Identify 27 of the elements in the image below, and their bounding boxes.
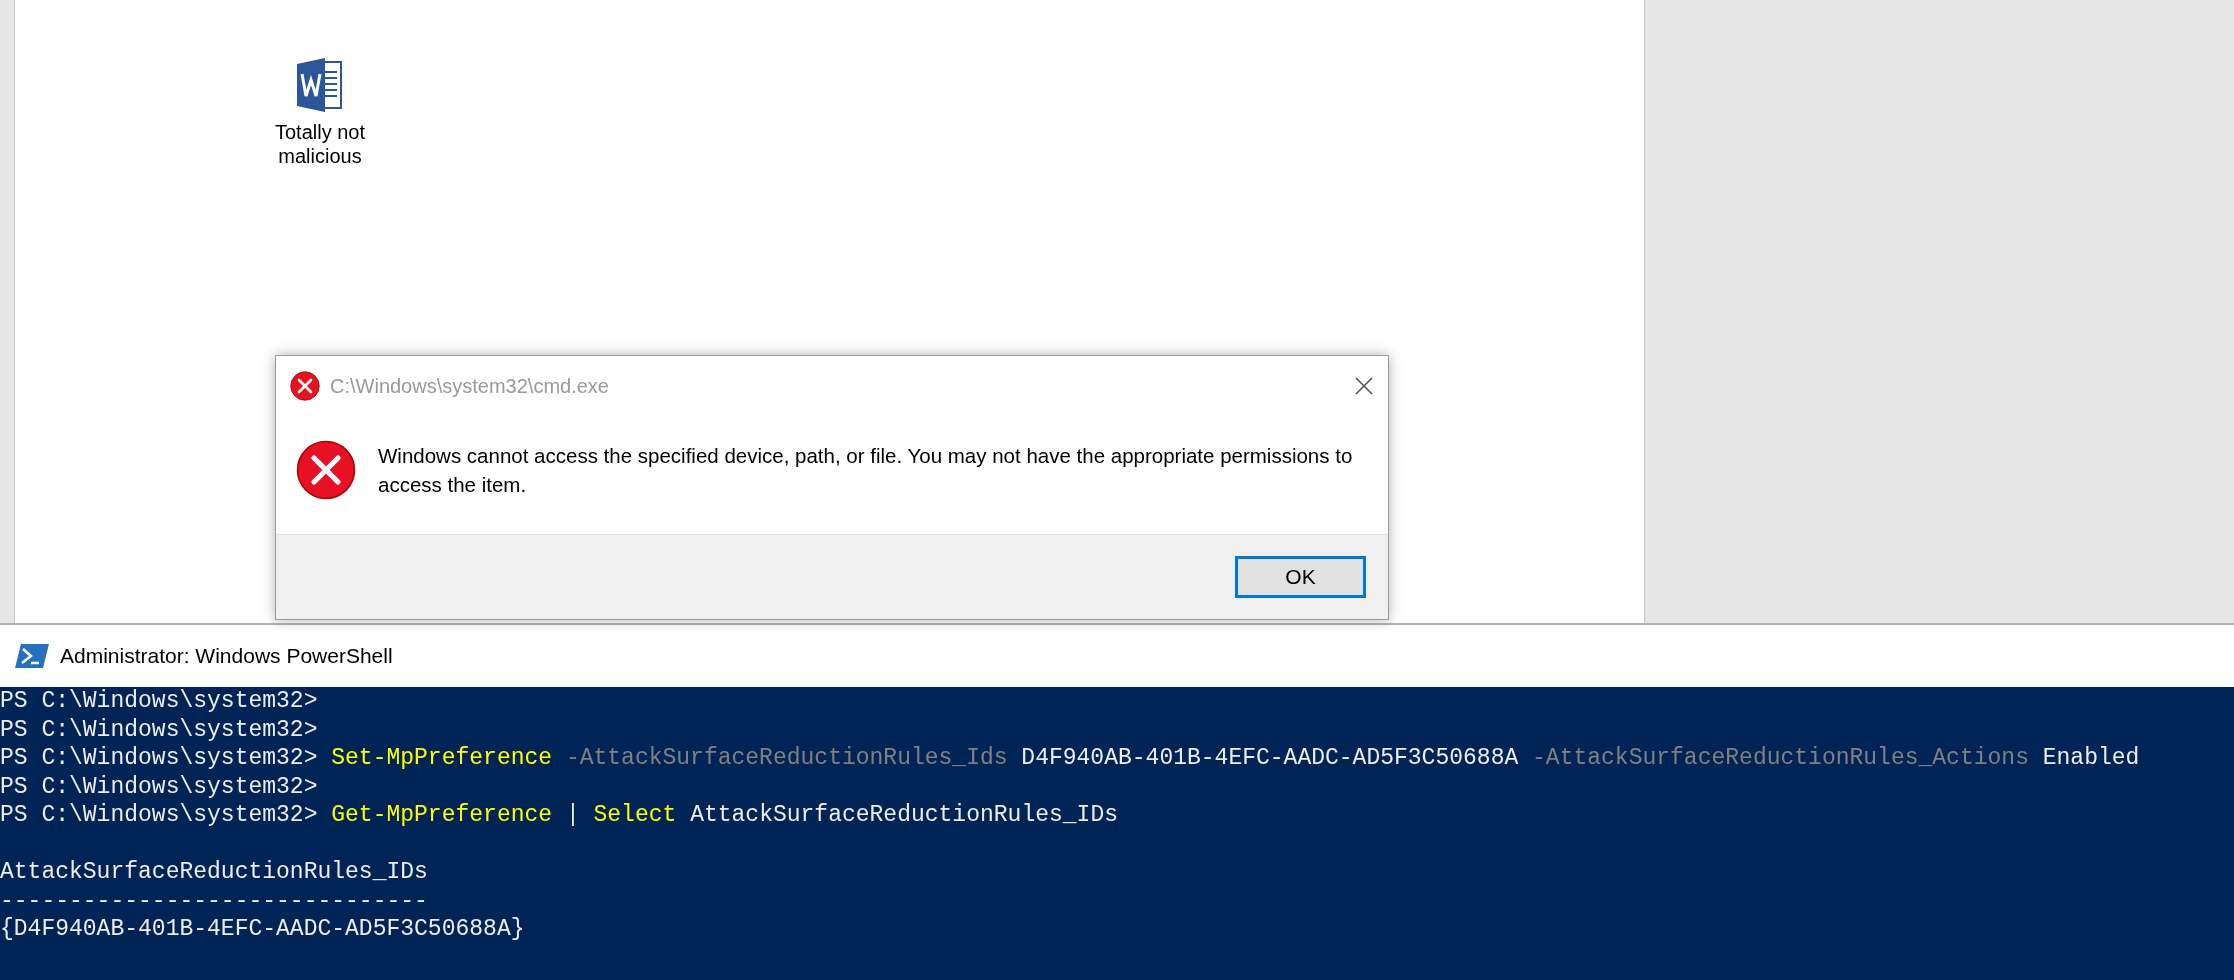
console-prompt: PS C:\Windows\system32> [0, 802, 318, 829]
error-message: Windows cannot access the specified device, path, or file. You may not have the appropriate permissions to access the item. [378, 443, 1354, 498]
console-argument: | [565, 802, 580, 829]
error-icon [296, 440, 356, 500]
console-output: AttackSurfaceReductionRules_IDs [0, 859, 428, 886]
console-command: Set-MpPreference [331, 745, 553, 772]
window-title: Administrator: Windows PowerShell [60, 644, 393, 668]
console-parameter: -AttackSurfaceReductionRules_Ids [565, 745, 1008, 772]
console-argument: Enabled [2042, 745, 2140, 772]
console-output: {D4F940AB-401B-4EFC-AADC-AD5F3C50688A} [0, 916, 525, 943]
error-icon [290, 371, 320, 401]
console-prompt: PS C:\Windows\system32> [0, 716, 318, 743]
desktop-icon-label[interactable]: Totally not malicious [265, 120, 375, 168]
dialog-title: C:\Windows\system32\cmd.exe [330, 374, 610, 398]
close-icon[interactable] [1354, 376, 1374, 396]
console-prompt: PS C:\Windows\system32> [0, 745, 318, 772]
console-command: Select [593, 802, 677, 829]
console-prompt: PS C:\Windows\system32> [0, 773, 318, 800]
console-output: ------------------------------- [0, 887, 428, 914]
ok-button[interactable]: OK [1235, 556, 1366, 598]
console-argument: D4F940AB-401B-4EFC-AADC-AD5F3C50688A [1021, 745, 1519, 772]
console-prompt: PS C:\Windows\system32> [0, 688, 318, 715]
console-command: Get-MpPreference [331, 802, 553, 829]
document-icon[interactable] [297, 58, 343, 112]
powershell-icon [14, 643, 50, 669]
console-argument: AttackSurfaceReductionRules_IDs [690, 802, 1118, 829]
console-parameter: -AttackSurfaceReductionRules_Actions [1532, 745, 2029, 772]
